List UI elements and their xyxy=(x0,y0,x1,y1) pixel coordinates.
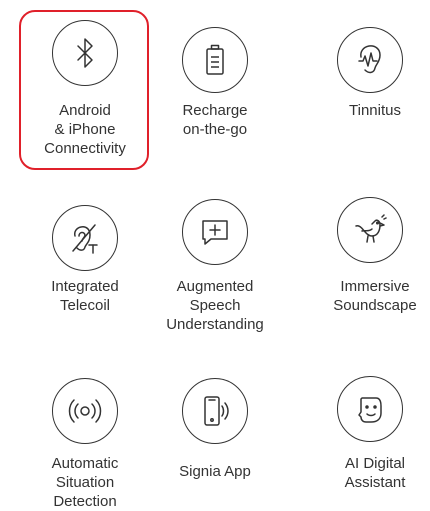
feature-icon-circle xyxy=(337,27,403,93)
feature-label: Signia App xyxy=(179,463,251,480)
feature-icon-circle xyxy=(182,199,248,265)
feature-label: Immersive Soundscape xyxy=(333,278,417,314)
feature-label: Integrated Telecoil xyxy=(51,278,119,314)
face-assistant-icon xyxy=(358,397,382,423)
feature-icon-circle xyxy=(52,20,118,86)
feature-icon-circle xyxy=(52,205,118,271)
speech-bubble-plus-icon xyxy=(202,220,228,245)
bird-icon xyxy=(355,214,387,243)
phone-sound-icon xyxy=(204,396,229,426)
feature-label: Android & iPhone Connectivity xyxy=(44,102,126,157)
feature-label: AI Digital Assistant xyxy=(344,455,406,491)
feature-icon-circle xyxy=(337,197,403,263)
bluetooth-icon xyxy=(77,38,93,68)
feature-icon-circle xyxy=(182,27,248,93)
battery-icon xyxy=(206,44,224,75)
feature-label: Tinnitus xyxy=(349,102,401,119)
feature-icon-circle xyxy=(52,378,118,444)
feature-icon-circle xyxy=(337,376,403,442)
feature-label: Automatic Situation Detection xyxy=(51,455,119,510)
ear-wave-icon xyxy=(358,45,381,74)
feature-icon-circle xyxy=(182,378,248,444)
feature-label: Augmented Speech Understanding xyxy=(166,278,264,333)
sound-waves-icon xyxy=(68,399,102,423)
feature-label: Recharge on-the-go xyxy=(182,102,248,138)
telecoil-ear-icon xyxy=(72,224,98,254)
